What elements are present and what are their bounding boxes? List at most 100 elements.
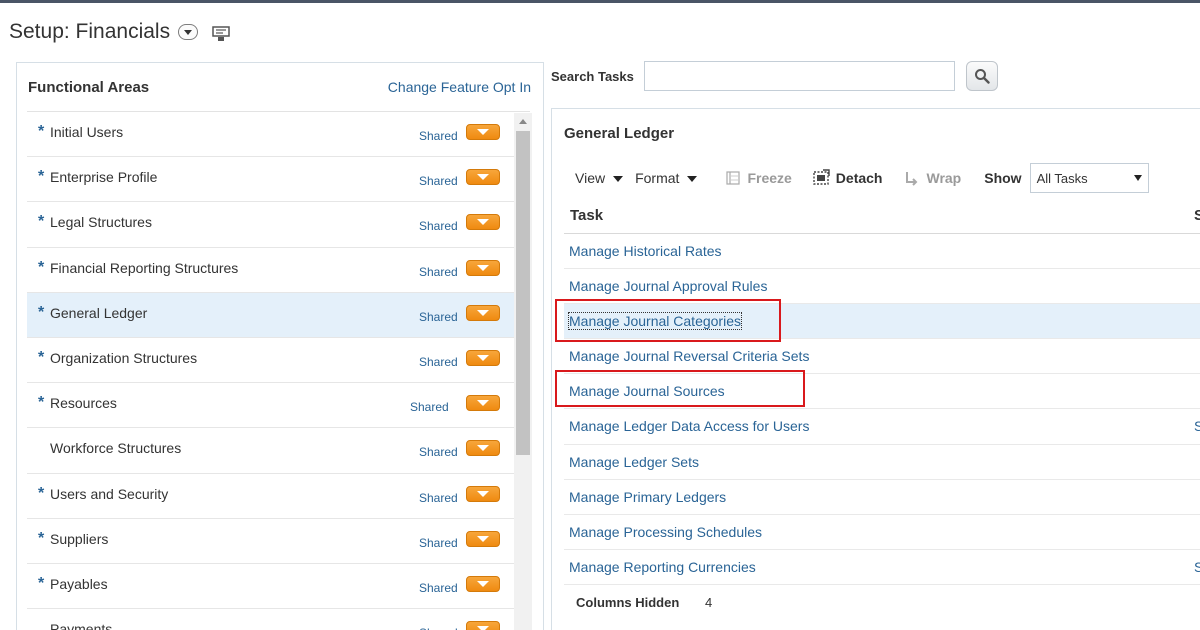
columns-hidden-label: Columns Hidden: [576, 594, 680, 610]
task-row[interactable]: Manage Processing Schedules: [564, 515, 1200, 550]
shared-label: Shared: [419, 490, 458, 505]
task-row[interactable]: Manage Journal Categories: [564, 304, 1200, 340]
functional-area-name[interactable]: Payables: [50, 576, 108, 592]
task-link[interactable]: Manage Historical Rates: [569, 243, 722, 259]
functional-areas-list: * Initial Users Shared * Enterprise Profile S…: [27, 111, 530, 630]
task-row[interactable]: Manage Historical Rates: [564, 234, 1200, 270]
task-row[interactable]: Manage Ledger Data Access for Users S: [564, 409, 1200, 445]
wrap-button[interactable]: Wrap: [904, 170, 961, 186]
task-row[interactable]: Manage Ledger Sets: [564, 445, 1200, 480]
top-accent-bar: [0, 0, 1200, 3]
functional-area-row[interactable]: * General Ledger Shared: [27, 292, 530, 338]
shared-label: Shared: [419, 174, 458, 189]
area-options-button[interactable]: [466, 259, 500, 276]
task-link[interactable]: Manage Primary Ledgers: [569, 489, 726, 505]
view-menu[interactable]: View: [575, 170, 624, 186]
task-pane-icon[interactable]: [212, 26, 230, 42]
area-options-button[interactable]: [466, 169, 500, 186]
show-select[interactable]: All Tasks: [1029, 163, 1149, 193]
wrap-icon: [906, 172, 918, 186]
area-options-button[interactable]: [466, 395, 500, 412]
functional-area-row[interactable]: * Enterprise Profile Shared: [27, 157, 530, 203]
task-row[interactable]: Manage Primary Ledgers: [564, 480, 1200, 515]
truncated-cell: S: [1194, 558, 1200, 575]
functional-area-row[interactable]: Payments Shared: [27, 609, 530, 630]
required-marker: *: [38, 484, 45, 502]
area-options-button[interactable]: [466, 621, 500, 630]
search-button[interactable]: [966, 61, 998, 91]
functional-area-row[interactable]: * Payables Shared: [27, 564, 530, 610]
area-options-button[interactable]: [466, 440, 500, 457]
functional-area-row[interactable]: * Resources Shared: [27, 383, 530, 429]
title-dropdown-button[interactable]: [178, 24, 199, 40]
wrap-label: Wrap: [926, 170, 962, 186]
chevron-down-icon: [477, 490, 489, 497]
required-marker: *: [38, 168, 45, 186]
task-link[interactable]: Manage Journal Sources: [569, 383, 725, 399]
area-options-button[interactable]: [466, 575, 500, 592]
functional-area-row[interactable]: * Legal Structures Shared: [27, 202, 530, 248]
task-row[interactable]: Manage Journal Approval Rules: [564, 269, 1200, 305]
column-header-task[interactable]: Task: [570, 207, 603, 224]
task-link[interactable]: Manage Journal Categories: [568, 312, 742, 331]
scrollbar[interactable]: [514, 113, 532, 630]
format-menu-label: Format: [635, 170, 680, 186]
functional-area-row[interactable]: * Users and Security Shared: [27, 474, 530, 519]
page-title: Setup: Financials: [9, 20, 171, 43]
detach-label: Detach: [835, 170, 883, 186]
task-row[interactable]: Manage Journal Reversal Criteria Sets: [564, 339, 1200, 375]
functional-area-row[interactable]: * Suppliers Shared: [27, 519, 530, 564]
search-tasks-label: Search Tasks: [551, 69, 634, 84]
functional-area-name[interactable]: Initial Users: [50, 124, 123, 140]
chevron-down-icon: [687, 176, 698, 182]
functional-area-name[interactable]: General Ledger: [50, 305, 147, 321]
functional-area-name[interactable]: Users and Security: [50, 486, 168, 502]
area-options-button[interactable]: [466, 214, 500, 231]
area-options-button[interactable]: [466, 304, 500, 321]
area-options-button[interactable]: [466, 124, 500, 140]
truncated-cell: S: [1194, 418, 1200, 435]
functional-area-name[interactable]: Workforce Structures: [50, 440, 181, 456]
task-link[interactable]: Manage Journal Reversal Criteria Sets: [569, 348, 809, 364]
task-link[interactable]: Manage Reporting Currencies: [569, 559, 756, 575]
functional-area-name[interactable]: Organization Structures: [50, 350, 197, 366]
task-link[interactable]: Manage Ledger Data Access for Users: [569, 418, 809, 434]
chevron-down-icon: [477, 580, 489, 587]
functional-area-row[interactable]: * Initial Users Shared: [27, 112, 530, 158]
table-toolbar: View Format Freeze Detach Wrap Show All …: [564, 163, 1200, 193]
chevron-down-icon: [477, 264, 489, 271]
tasks-panel: General Ledger View Format Freeze Detach: [551, 108, 1200, 630]
area-options-button[interactable]: [466, 485, 500, 502]
change-feature-opt-in-link[interactable]: Change Feature Opt In: [388, 79, 531, 95]
task-row[interactable]: Manage Reporting Currencies S: [564, 550, 1200, 585]
shared-label: Shared: [419, 445, 458, 460]
area-options-button[interactable]: [466, 530, 500, 547]
freeze-button[interactable]: Freeze: [725, 170, 792, 186]
chevron-down-icon: [477, 354, 489, 361]
functional-area-name[interactable]: Legal Structures: [50, 214, 152, 230]
functional-area-name[interactable]: Resources: [50, 395, 117, 411]
column-header-truncated[interactable]: S: [1194, 207, 1200, 224]
shared-label: Shared: [419, 129, 458, 143]
task-row[interactable]: Manage Journal Sources: [564, 374, 1200, 410]
format-menu[interactable]: Format: [635, 170, 698, 186]
task-link[interactable]: Manage Processing Schedules: [569, 524, 762, 540]
required-marker: *: [38, 213, 45, 231]
task-link[interactable]: Manage Ledger Sets: [569, 454, 699, 470]
functional-area-name[interactable]: Enterprise Profile: [50, 169, 157, 185]
functional-area-name[interactable]: Payments: [50, 621, 112, 630]
search-tasks-input[interactable]: [644, 61, 955, 91]
shared-label: Shared: [419, 264, 458, 279]
functional-area-name[interactable]: Suppliers: [50, 531, 108, 547]
functional-area-row[interactable]: Workforce Structures Shared: [27, 428, 530, 474]
functional-area-name[interactable]: Financial Reporting Structures: [50, 260, 238, 276]
scroll-up-icon[interactable]: [519, 119, 527, 124]
functional-area-row[interactable]: * Financial Reporting Structures Shared: [27, 248, 530, 293]
task-link[interactable]: Manage Journal Approval Rules: [569, 278, 767, 294]
functional-areas-title: Functional Areas: [28, 78, 150, 96]
detach-button[interactable]: Detach: [812, 169, 883, 187]
area-options-button[interactable]: [466, 349, 500, 366]
chevron-down-icon: [477, 626, 489, 630]
functional-area-row[interactable]: * Organization Structures Shared: [27, 338, 530, 384]
scrollbar-thumb[interactable]: [516, 131, 530, 455]
